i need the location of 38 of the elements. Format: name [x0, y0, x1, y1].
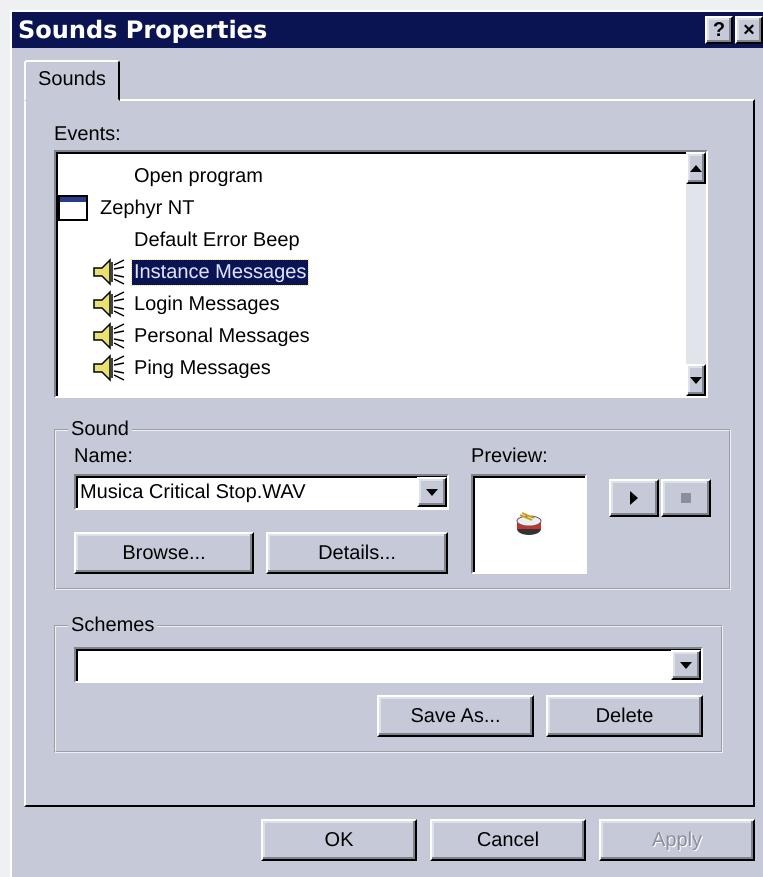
play-icon	[630, 491, 638, 505]
name-label: Name:	[74, 445, 134, 468]
down-arrow-icon	[690, 376, 702, 384]
preview-label: Preview:	[471, 445, 549, 468]
up-arrow-icon	[690, 164, 702, 172]
group-title: Sound	[70, 418, 130, 441]
group-title: Schemes	[70, 614, 156, 637]
events-label: Events:	[54, 123, 122, 146]
window-title: Sounds Properties	[18, 16, 268, 44]
scrollbar[interactable]	[686, 152, 706, 396]
event-item[interactable]: Default Error Beep	[132, 228, 302, 252]
browse-button[interactable]: Browse...	[74, 532, 254, 574]
scheme-dropdown[interactable]	[74, 647, 703, 683]
event-item[interactable]: Open program	[132, 164, 265, 188]
window-icon	[58, 195, 88, 221]
sound-name-dropdown[interactable]: Musica Critical Stop.WAV	[74, 474, 449, 510]
event-item[interactable]: Personal Messages	[132, 324, 312, 348]
speaker-icon	[92, 354, 126, 382]
close-button[interactable]: ×	[735, 16, 763, 44]
details-button[interactable]: Details...	[266, 532, 448, 574]
save-as-button[interactable]: Save As...	[377, 695, 534, 737]
speaker-icon	[92, 258, 126, 286]
dialog-button[interactable]: OK	[261, 819, 417, 861]
dialog-button[interactable]: Cancel	[430, 819, 586, 861]
down-arrow-icon	[426, 488, 438, 496]
tab[interactable]: Sounds	[24, 60, 120, 101]
help-button[interactable]: ?	[705, 16, 733, 44]
play-button[interactable]	[609, 479, 659, 517]
down-arrow-icon	[680, 662, 692, 668]
drum-icon	[514, 511, 544, 537]
delete-button[interactable]: Delete	[546, 695, 703, 737]
speaker-icon	[92, 322, 126, 350]
speaker-icon	[92, 290, 126, 318]
event-item[interactable]: Ping Messages	[132, 356, 273, 380]
event-item[interactable]: Instance Messages	[132, 260, 308, 284]
event-item[interactable]: Login Messages	[132, 292, 282, 316]
event-item[interactable]: Zephyr NT	[98, 196, 196, 220]
stop-icon	[681, 493, 691, 503]
